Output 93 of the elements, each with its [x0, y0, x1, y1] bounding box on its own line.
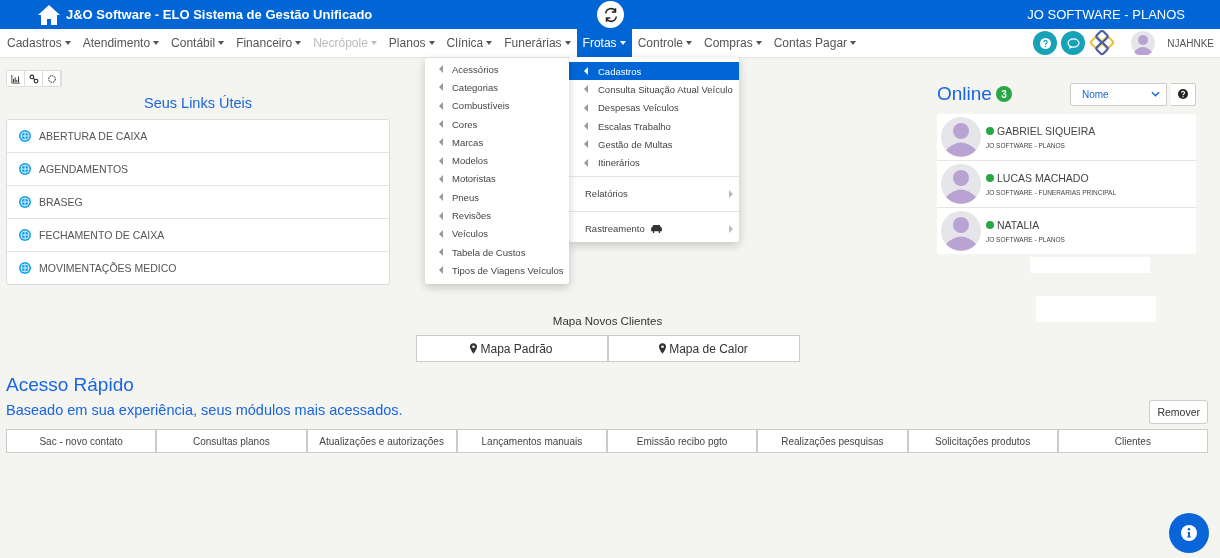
link-item[interactable]: ABERTURA DE CAIXA: [7, 120, 389, 153]
sort-dropdown[interactable]: Nome: [1070, 82, 1167, 106]
user-name: NJAHNKE: [1167, 37, 1214, 49]
menu-item[interactable]: Financeiro: [230, 29, 308, 57]
quick-access-tile[interactable]: Clientes: [1057, 429, 1208, 453]
link-item[interactable]: BRASEG: [7, 186, 389, 219]
menu-item[interactable]: Escalas Trabalho: [569, 116, 739, 136]
menu-item[interactable]: Planos: [382, 29, 441, 57]
avatar-icon: [941, 211, 981, 251]
menu-item[interactable]: Tabela de Custos: [425, 242, 570, 262]
menu-item[interactable]: Cadastros: [1, 29, 77, 57]
menu-item[interactable]: Contábil: [165, 29, 231, 57]
quick-access-tile[interactable]: Sac - novo contato: [6, 429, 157, 453]
menu-item[interactable]: Acessórios: [425, 60, 570, 79]
menu-item[interactable]: Veículos: [425, 224, 570, 243]
count-badge: 3: [995, 86, 1012, 102]
refresh-button[interactable]: [597, 1, 624, 28]
chevron-down-icon: [1151, 91, 1160, 97]
menu-item[interactable]: Itinerários: [569, 153, 739, 172]
link-item[interactable]: MOVIMENTAÇÕES MEDICO: [7, 252, 389, 284]
menu-item[interactable]: Relatórios: [569, 180, 739, 207]
menu-item[interactable]: Revisões: [425, 206, 570, 225]
quick-access-tile[interactable]: Solicitações produtos: [907, 429, 1058, 453]
globe-icon: [19, 229, 31, 241]
info-button[interactable]: [1169, 513, 1209, 553]
link-text: AGENDAMENTOS: [39, 163, 129, 175]
menu-item[interactable]: Frotas: [576, 29, 632, 57]
menu-item[interactable]: Despesas Veículos: [569, 98, 739, 117]
caret-right-icon: [728, 189, 733, 198]
map-button[interactable]: Mapa Padrão: [415, 335, 608, 362]
section-subtitle: Baseado em sua experiência, seus módulos mais acessados.: [6, 402, 403, 420]
section-title: Acesso Rápido: [6, 374, 135, 396]
link-text: FECHAMENTO DE CAIXA: [39, 229, 165, 241]
map-title: Mapa Novos Clientes: [552, 315, 663, 327]
spinner-icon: [46, 73, 57, 84]
quick-access-tile[interactable]: Atualizações e autorizações: [306, 429, 457, 453]
globe-icon: [19, 163, 31, 175]
map-pin-icon: [470, 343, 478, 354]
avatar-icon: [941, 117, 981, 157]
question-icon: [1039, 37, 1051, 49]
home-icon: [37, 3, 61, 26]
link-icon: [28, 73, 39, 84]
link-text: BRASEG: [39, 196, 83, 208]
user-name: LUCAS MACHADO: [997, 172, 1089, 184]
link-item[interactable]: AGENDAMENTOS: [7, 153, 389, 186]
question-icon: [1178, 89, 1188, 99]
menu-item[interactable]: Marcas: [425, 133, 570, 152]
menu-item[interactable]: Categorias: [425, 78, 570, 97]
app-title: J&O Software - ELO Sistema de Gestão Unificado: [66, 7, 373, 22]
link-text: ABERTURA DE CAIXA: [39, 130, 148, 142]
menu-item[interactable]: Consulta Situação Atual Veículo: [569, 80, 739, 99]
menu-item[interactable]: Contas Pagar: [767, 29, 863, 57]
menu-item[interactable]: Funerárias: [498, 29, 577, 57]
menu-item[interactable]: Cores: [425, 114, 570, 134]
quick-access-tile[interactable]: Emissão recibo pgto: [607, 429, 758, 453]
quick-access-tile[interactable]: Consultas planos: [156, 429, 307, 453]
company-name: JO SOFTWARE - PLANOS: [1027, 7, 1185, 22]
quick-access-tile[interactable]: Realizações pesquisas: [757, 429, 908, 453]
help-button[interactable]: [1171, 82, 1196, 106]
map-button[interactable]: Mapa de Calor: [607, 335, 800, 362]
menu-item[interactable]: Atendimento: [76, 29, 166, 57]
menu-item[interactable]: Cadastros: [569, 62, 739, 81]
chat-icon: [1066, 37, 1080, 49]
menu-item[interactable]: Compras: [698, 29, 768, 57]
menu-item[interactable]: Tipos de Viagens Veículos: [425, 261, 570, 280]
menu-item[interactable]: Modelos: [425, 151, 570, 170]
user-name: GABRIEL SIQUEIRA: [997, 125, 1096, 137]
chart-icon: [10, 73, 21, 84]
menu-item[interactable]: Controle: [631, 29, 698, 57]
menu-item[interactable]: Clínica: [440, 29, 499, 57]
car-icon: [649, 224, 663, 234]
link-item[interactable]: FECHAMENTO DE CAIXA: [7, 219, 389, 252]
info-icon: [1181, 525, 1197, 541]
globe-icon: [19, 130, 31, 142]
avatar-icon: [941, 164, 981, 204]
chart-button[interactable]: [7, 71, 25, 86]
link-text: MOVIMENTAÇÕES MEDICO: [39, 262, 177, 274]
menu-item[interactable]: Pneus: [425, 188, 570, 207]
chat-button[interactable]: [1061, 31, 1086, 55]
globe-icon: [19, 196, 31, 208]
online-title: Online: [937, 83, 992, 105]
map-pin-icon: [659, 343, 667, 354]
remove-button[interactable]: Remover: [1149, 400, 1208, 424]
menu-item[interactable]: Combustíveis: [425, 96, 570, 115]
globe-icon: [19, 262, 31, 274]
menu-item[interactable]: Motoristas: [425, 169, 570, 189]
chain-logo-icon: [1089, 30, 1116, 56]
caret-right-icon: [728, 224, 733, 233]
menu-item[interactable]: Rastreamento: [569, 215, 739, 242]
menu-item[interactable]: Gestão de Multas: [569, 135, 739, 154]
quick-access-tile[interactable]: Lançamentos manuais: [456, 429, 607, 453]
section-title: Seus Links Úteis: [143, 95, 253, 111]
user-name: NATALIA: [997, 219, 1040, 231]
